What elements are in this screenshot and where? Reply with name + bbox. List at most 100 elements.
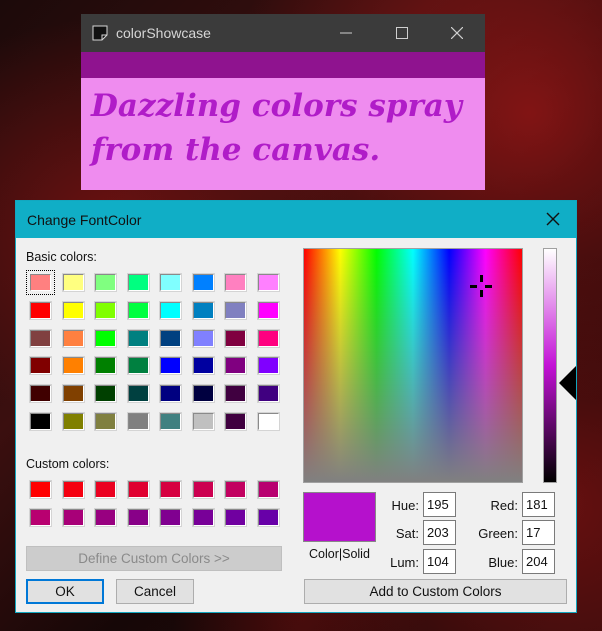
custom-color-swatch[interactable]: [191, 480, 215, 499]
basic-color-swatch[interactable]: [94, 300, 117, 320]
basic-color-swatch[interactable]: [256, 300, 280, 320]
basic-color-swatch[interactable]: [94, 412, 117, 431]
basic-color-swatch[interactable]: [191, 384, 215, 404]
basic-color-swatch[interactable]: [191, 273, 215, 292]
basic-color-swatch[interactable]: [191, 328, 215, 348]
basic-color-swatch[interactable]: [61, 412, 85, 431]
basic-color-swatch[interactable]: [126, 300, 150, 320]
lum-label: Lum:: [390, 555, 419, 570]
dialog-titlebar[interactable]: Change FontColor: [16, 201, 576, 238]
color-preview: [303, 492, 376, 542]
basic-color-swatch[interactable]: [224, 300, 247, 320]
basic-color-swatch[interactable]: [94, 273, 117, 292]
luminosity-slider-arrow-icon[interactable]: [559, 366, 576, 400]
close-button[interactable]: [434, 14, 480, 52]
basic-color-swatch[interactable]: [94, 384, 117, 404]
custom-color-swatch[interactable]: [61, 480, 85, 499]
green-label: Green:: [478, 526, 518, 541]
custom-color-swatch[interactable]: [29, 480, 52, 499]
basic-color-swatch[interactable]: [29, 356, 52, 376]
app-canvas: Dazzling colors spray from the canvas.: [81, 78, 485, 190]
sat-label: Sat:: [395, 526, 419, 541]
basic-color-swatch[interactable]: [224, 356, 247, 376]
showcase-text: Dazzling colors spray from the canvas.: [91, 88, 462, 168]
red-label: Red:: [490, 498, 518, 513]
basic-color-swatch[interactable]: [224, 412, 247, 431]
basic-color-swatch[interactable]: [159, 384, 182, 404]
basic-colors-label: Basic colors:: [26, 250, 97, 264]
custom-color-swatch[interactable]: [126, 508, 150, 527]
basic-color-swatch[interactable]: [191, 356, 215, 376]
custom-color-swatch[interactable]: [159, 480, 182, 499]
basic-color-swatch[interactable]: [224, 328, 247, 348]
basic-color-swatch[interactable]: [159, 356, 182, 376]
basic-color-swatch[interactable]: [126, 273, 150, 292]
basic-color-swatch[interactable]: [191, 300, 215, 320]
define-custom-colors-button[interactable]: Define Custom Colors >>: [26, 546, 282, 571]
basic-color-swatch[interactable]: [224, 273, 247, 292]
app-titlebar[interactable]: colorShowcase: [81, 14, 485, 52]
hue-label: Hue:: [391, 498, 419, 513]
custom-colors-label: Custom colors:: [26, 457, 110, 471]
basic-color-swatch[interactable]: [94, 356, 117, 376]
basic-color-swatch[interactable]: [29, 300, 52, 320]
red-field[interactable]: [522, 492, 555, 517]
lum-field[interactable]: [423, 549, 456, 574]
custom-color-swatch[interactable]: [126, 480, 150, 499]
custom-color-swatch[interactable]: [159, 508, 182, 527]
close-icon: [546, 212, 560, 226]
basic-color-swatch[interactable]: [126, 328, 150, 348]
custom-color-swatch[interactable]: [94, 508, 117, 527]
basic-color-swatch[interactable]: [126, 384, 150, 404]
blue-field[interactable]: [522, 549, 555, 574]
custom-color-swatch[interactable]: [94, 480, 117, 499]
basic-color-swatch[interactable]: [191, 412, 215, 431]
dialog-title: Change FontColor: [27, 212, 142, 228]
custom-color-swatch[interactable]: [224, 508, 247, 527]
basic-color-swatch[interactable]: [256, 412, 280, 431]
basic-color-swatch[interactable]: [94, 328, 117, 348]
custom-color-swatch[interactable]: [191, 508, 215, 527]
basic-color-swatch[interactable]: [61, 356, 85, 376]
sat-field[interactable]: [423, 520, 456, 545]
basic-color-swatch[interactable]: [126, 412, 150, 431]
luminosity-bar[interactable]: [543, 248, 557, 483]
basic-color-swatch[interactable]: [159, 300, 182, 320]
basic-color-swatch[interactable]: [61, 384, 85, 404]
color-dialog: Change FontColor Basic colors: Custom co…: [15, 200, 577, 613]
hue-field[interactable]: [423, 492, 456, 517]
custom-color-swatch[interactable]: [256, 508, 280, 527]
minimize-icon: [340, 32, 352, 34]
basic-color-swatch[interactable]: [61, 273, 85, 292]
maximize-button[interactable]: [379, 14, 425, 52]
custom-color-swatch[interactable]: [256, 480, 280, 499]
basic-color-swatch[interactable]: [256, 328, 280, 348]
basic-color-swatch[interactable]: [29, 328, 52, 348]
dialog-close-button[interactable]: [530, 201, 576, 238]
green-field[interactable]: [522, 520, 555, 545]
basic-color-swatch[interactable]: [26, 270, 55, 295]
basic-color-swatch[interactable]: [29, 412, 52, 431]
ok-button[interactable]: OK: [26, 579, 104, 604]
app-window: colorShowcase Dazzling colors spray from…: [81, 14, 485, 190]
basic-color-swatch[interactable]: [126, 356, 150, 376]
basic-color-swatch[interactable]: [256, 384, 280, 404]
basic-color-swatch[interactable]: [61, 300, 85, 320]
custom-color-swatch[interactable]: [224, 480, 247, 499]
basic-color-swatch[interactable]: [159, 412, 182, 431]
minimize-button[interactable]: [323, 14, 369, 52]
basic-color-swatch[interactable]: [61, 328, 85, 348]
custom-color-swatch[interactable]: [29, 508, 52, 527]
basic-color-swatch[interactable]: [256, 356, 280, 376]
basic-color-swatch[interactable]: [256, 273, 280, 292]
basic-color-swatch[interactable]: [29, 384, 52, 404]
cancel-button[interactable]: Cancel: [116, 579, 194, 604]
basic-color-swatch[interactable]: [159, 273, 182, 292]
basic-color-swatch[interactable]: [159, 328, 182, 348]
custom-color-swatch[interactable]: [61, 508, 85, 527]
basic-color-swatch[interactable]: [224, 384, 247, 404]
color-solid-label: Color|Solid: [309, 547, 370, 561]
crosshair-cursor-icon[interactable]: [468, 273, 494, 299]
add-to-custom-colors-button[interactable]: Add to Custom Colors: [304, 579, 567, 604]
close-icon: [451, 27, 463, 39]
